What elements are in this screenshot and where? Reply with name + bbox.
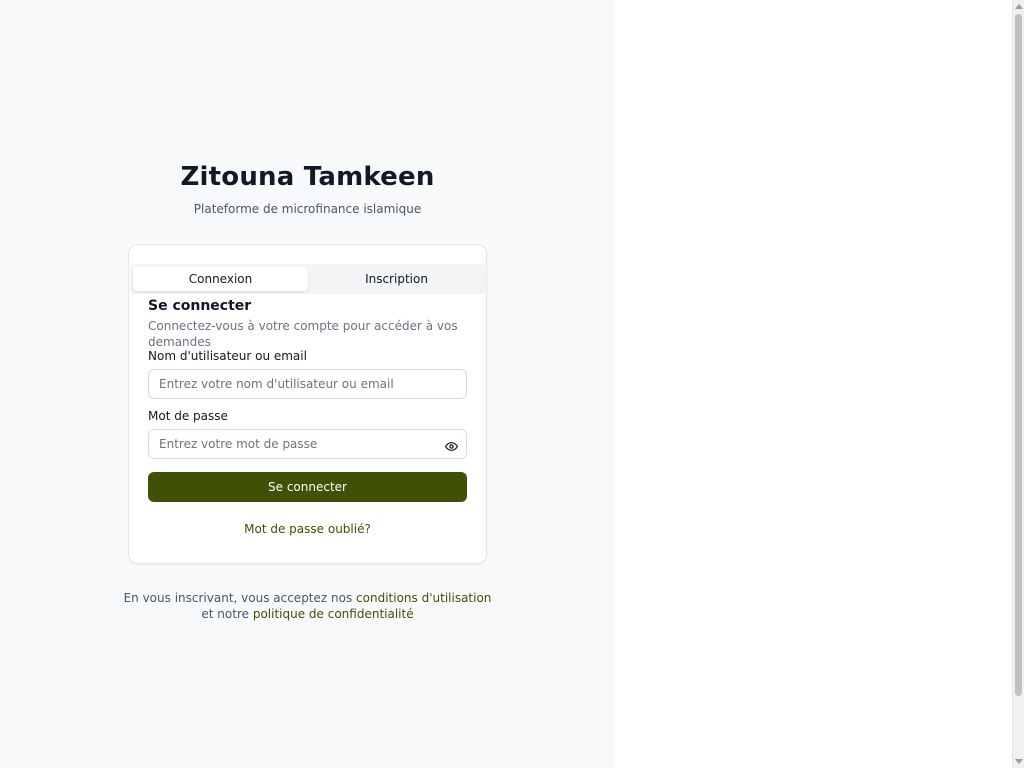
- password-input[interactable]: [149, 430, 466, 458]
- terms-middle: et notre: [201, 607, 249, 621]
- username-label: Nom d'utilisateur ou email: [148, 349, 307, 363]
- vertical-scrollbar[interactable]: [1012, 0, 1024, 768]
- login-card: Connexion Inscription Se connecter Conne…: [128, 244, 487, 564]
- eye-icon[interactable]: [444, 438, 459, 451]
- right-blank-area: [615, 0, 1012, 768]
- auth-panel: Zitouna Tamkeen Plateforme de microfinan…: [0, 0, 615, 768]
- forgot-password-link[interactable]: Mot de passe oublié?: [129, 522, 486, 536]
- privacy-policy-link[interactable]: politique de confidentialité: [253, 607, 414, 621]
- terms-notice: En vous inscrivant, vous acceptez nos co…: [120, 590, 495, 622]
- username-input[interactable]: [149, 370, 466, 398]
- tab-inscription[interactable]: Inscription: [309, 267, 484, 291]
- password-field-wrapper: [148, 429, 467, 459]
- password-label: Mot de passe: [148, 409, 228, 423]
- login-button[interactable]: Se connecter: [148, 472, 467, 502]
- username-field-wrapper: [148, 369, 467, 399]
- form-title: Se connecter: [148, 298, 252, 314]
- tab-connexion[interactable]: Connexion: [133, 267, 308, 291]
- scroll-up-icon[interactable]: [1015, 4, 1023, 9]
- terms-of-use-link[interactable]: conditions d'utilisation: [356, 591, 491, 605]
- terms-prefix: En vous inscrivant, vous acceptez nos: [123, 591, 353, 605]
- scroll-down-icon[interactable]: [1015, 759, 1023, 764]
- form-description: Connectez-vous à votre compte pour accéd…: [148, 319, 458, 349]
- scrollbar-thumb[interactable]: [1015, 14, 1022, 696]
- app-title: Zitouna Tamkeen: [180, 162, 435, 192]
- auth-tabs: Connexion Inscription: [130, 264, 486, 294]
- app-subtitle: Plateforme de microfinance islamique: [193, 202, 422, 216]
